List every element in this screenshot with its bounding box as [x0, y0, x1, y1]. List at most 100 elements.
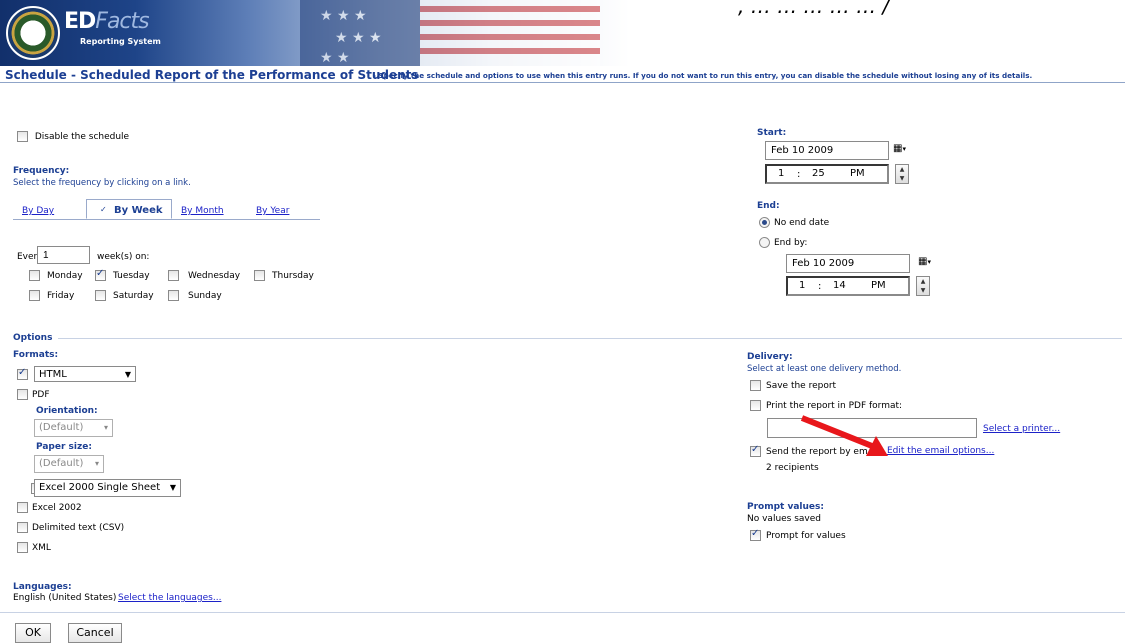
start-date-input[interactable]: Feb 10 2009	[765, 141, 889, 160]
day-friday[interactable]: Friday	[29, 290, 74, 301]
chevron-down-icon: ▼	[169, 483, 176, 492]
end-date-input[interactable]: Feb 10 2009	[786, 254, 910, 273]
calendar-icon[interactable]: ▦▾	[893, 143, 917, 157]
end-by-option[interactable]: End by:	[759, 237, 807, 248]
start-minute: 25	[812, 168, 825, 179]
frequency-hint: Select the frequency by clicking on a li…	[13, 178, 191, 188]
html-format-select[interactable]: HTML ▼	[34, 366, 136, 382]
day-monday[interactable]: Monday	[29, 270, 83, 281]
pdf-label: PDF	[32, 390, 50, 400]
prompt-for-values-label: Prompt for values	[766, 531, 846, 541]
html-format-checkbox[interactable]	[17, 367, 28, 380]
tab-by-year[interactable]: By Year	[256, 206, 289, 216]
xml-row[interactable]: XML	[17, 542, 51, 553]
red-arrow-icon	[800, 415, 888, 456]
monday-label: Monday	[47, 271, 83, 281]
csv-checkbox[interactable]	[17, 522, 28, 533]
csv-row[interactable]: Delimited text (CSV)	[17, 522, 124, 533]
friday-checkbox[interactable]	[29, 290, 40, 301]
start-time-input[interactable]: 1 : 25 PM	[765, 164, 889, 184]
tab-by-month[interactable]: By Month	[181, 206, 224, 216]
pdf-checkbox[interactable]	[17, 389, 28, 400]
prompt-for-values-checkbox[interactable]	[750, 528, 761, 541]
day-thursday[interactable]: Thursday	[254, 270, 314, 281]
select-languages-link[interactable]: Select the languages...	[118, 593, 221, 603]
logo-subtitle: Reporting System	[80, 37, 161, 46]
end-time-spin-icon[interactable]: ▲ ▼	[916, 276, 930, 296]
end-heading: End:	[757, 201, 780, 211]
end-by-label: End by:	[774, 238, 808, 248]
end-calendar-icon[interactable]: ▦▾	[918, 256, 942, 270]
languages-value: English (United States)	[13, 593, 117, 603]
footer-divider	[0, 612, 1125, 613]
paper-size-heading: Paper size:	[36, 442, 92, 452]
no-end-date-option[interactable]: No end date	[759, 217, 829, 228]
disable-schedule-checkbox[interactable]	[17, 131, 28, 142]
no-end-date-radio[interactable]	[759, 217, 770, 228]
options-heading: Options	[13, 333, 53, 343]
wednesday-checkbox[interactable]	[168, 270, 179, 281]
cancel-button[interactable]: Cancel	[68, 623, 122, 643]
save-report-row[interactable]: Save the report	[750, 380, 836, 391]
saturday-checkbox[interactable]	[95, 290, 106, 301]
pdf-format-row[interactable]: PDF	[17, 389, 50, 400]
banner: ★ ★ ★ ★ ★ ★ ★ ★ EDFacts Reporting System…	[0, 0, 1125, 66]
logo-brand-main: ED	[64, 9, 96, 34]
tab-by-day[interactable]: By Day	[22, 206, 54, 216]
start-time-separator: :	[797, 169, 801, 180]
chevron-down-icon: ▾	[103, 423, 108, 432]
email-report-checkbox[interactable]	[750, 444, 761, 457]
prompt-values-heading: Prompt values:	[747, 502, 824, 512]
end-by-radio[interactable]	[759, 237, 770, 248]
excel2002-checkbox[interactable]	[17, 502, 28, 513]
friday-label: Friday	[47, 291, 75, 301]
start-ampm: PM	[850, 168, 865, 179]
disable-schedule-label: Disable the schedule	[34, 132, 130, 142]
paper-size-select[interactable]: (Default) ▾	[34, 455, 104, 473]
print-report-row[interactable]: Print the report in PDF format:	[750, 400, 902, 411]
chevron-down-icon: ▾	[94, 459, 99, 468]
excel2002-row[interactable]: Excel 2002	[17, 502, 82, 513]
orientation-heading: Orientation:	[36, 406, 98, 416]
save-report-checkbox[interactable]	[750, 380, 761, 391]
tab-by-week-label: By Week	[114, 205, 163, 216]
thursday-label: Thursday	[272, 271, 314, 281]
monday-checkbox[interactable]	[29, 270, 40, 281]
tuesday-checkbox[interactable]	[95, 268, 106, 281]
every-suffix-label: week(s) on:	[97, 252, 150, 262]
every-weeks-input[interactable]	[37, 246, 90, 264]
end-hour: 1	[799, 280, 806, 291]
xml-checkbox[interactable]	[17, 542, 28, 553]
edit-email-options-link[interactable]: Edit the email options...	[887, 446, 994, 456]
page-title: Schedule - Scheduled Report of the Perfo…	[5, 68, 419, 82]
day-tuesday[interactable]: Tuesday	[95, 268, 150, 281]
languages-heading: Languages:	[13, 582, 72, 592]
sunday-label: Sunday	[188, 291, 222, 301]
no-end-date-label: No end date	[774, 218, 830, 228]
end-time-input[interactable]: 1 : 14 PM	[786, 276, 910, 296]
select-printer-link[interactable]: Select a printer...	[983, 424, 1060, 434]
ok-button[interactable]: OK	[15, 623, 51, 643]
start-time-spin-icon[interactable]: ▲ ▼	[895, 164, 909, 184]
csv-label: Delimited text (CSV)	[32, 523, 125, 533]
excel-format-select[interactable]: Excel 2000 Single Sheet ▼	[34, 479, 181, 497]
svg-text:★ ★: ★ ★	[320, 50, 350, 66]
page-description: - Specify the schedule and options to us…	[373, 71, 1033, 80]
day-sunday[interactable]: Sunday	[168, 290, 222, 301]
print-report-checkbox[interactable]	[750, 400, 761, 411]
check-icon: ✓	[100, 205, 107, 214]
recipients-count: 2 recipients	[766, 463, 819, 473]
chevron-down-icon: ▼	[124, 370, 131, 379]
department-seal-logo	[6, 6, 60, 60]
svg-text:★ ★ ★: ★ ★ ★	[320, 8, 367, 24]
wednesday-label: Wednesday	[188, 271, 241, 281]
tuesday-label: Tuesday	[113, 271, 150, 281]
thursday-checkbox[interactable]	[254, 270, 265, 281]
end-minute: 14	[833, 280, 846, 291]
orientation-select[interactable]: (Default) ▾	[34, 419, 113, 437]
sunday-checkbox[interactable]	[168, 290, 179, 301]
day-wednesday[interactable]: Wednesday	[168, 270, 240, 281]
day-saturday[interactable]: Saturday	[95, 290, 154, 301]
disable-schedule-row[interactable]: Disable the schedule	[17, 131, 129, 142]
prompt-for-values-row[interactable]: Prompt for values	[750, 528, 846, 541]
